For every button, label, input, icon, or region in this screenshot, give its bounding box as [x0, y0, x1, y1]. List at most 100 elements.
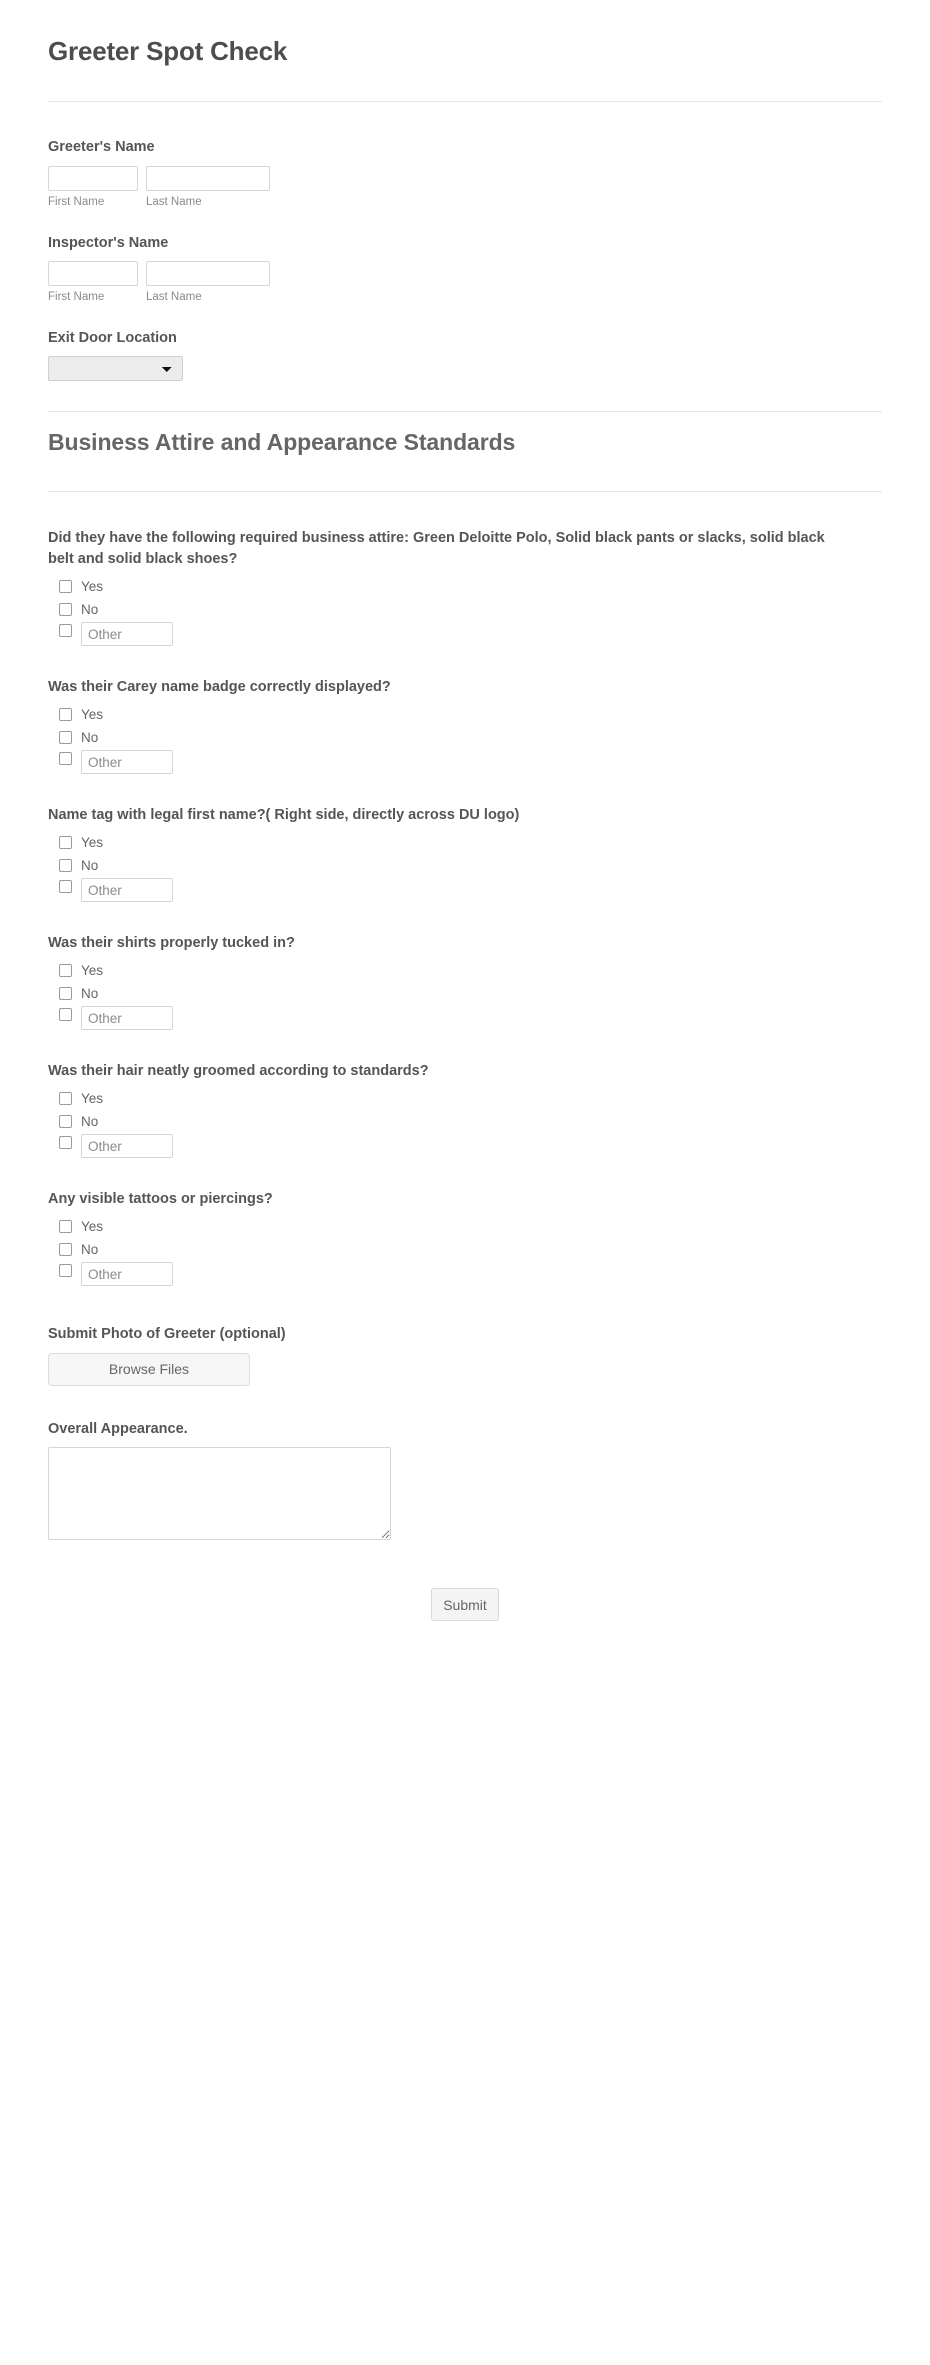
attire-section-header: Business Attire and Appearance Standards: [48, 412, 882, 528]
option-label-no-1: No: [81, 601, 99, 617]
other-input-6[interactable]: [81, 1262, 173, 1287]
question-block-5: Was their hair neatly groomed according …: [48, 1035, 882, 1161]
title-spacer: [48, 67, 882, 101]
exit-door-location-label: Exit Door Location: [48, 329, 177, 346]
checkbox-no-3[interactable]: [59, 859, 72, 873]
option-row-other-6[interactable]: [48, 1262, 882, 1289]
option-row-yes-1[interactable]: Yes: [48, 576, 882, 597]
inspectors-first-name-input[interactable]: [48, 261, 138, 287]
option-row-no-3[interactable]: No: [48, 855, 882, 876]
question-block-1: Did they have the following required bus…: [48, 528, 882, 649]
question-label-2: Was their Carey name badge correctly dis…: [48, 679, 391, 696]
option-label-yes-5: Yes: [81, 1090, 104, 1106]
attire-header-divider: [48, 491, 882, 493]
option-row-yes-5[interactable]: Yes: [48, 1088, 882, 1109]
checkbox-other-5[interactable]: [59, 1136, 72, 1150]
option-label-no-5: No: [81, 1113, 99, 1129]
inspectors-last-name-col: Last Name: [146, 261, 270, 305]
option-row-no-2[interactable]: No: [48, 727, 882, 748]
option-label-yes-3: Yes: [81, 834, 104, 850]
other-input-1[interactable]: [81, 622, 173, 647]
option-row-other-4[interactable]: [48, 1006, 882, 1033]
option-label-yes-2: Yes: [81, 706, 104, 722]
inspectors-first-name-sublabel: First Name: [48, 291, 105, 304]
other-input-2[interactable]: [81, 750, 173, 775]
checkbox-other-3[interactable]: [59, 880, 72, 894]
submit-button[interactable]: Submit: [431, 1588, 499, 1622]
attire-section-heading: Business Attire and Appearance Standards: [48, 429, 516, 456]
option-label-no-6: No: [81, 1241, 99, 1257]
checkbox-other-6[interactable]: [59, 1264, 72, 1278]
select-gap: [48, 381, 882, 411]
checkbox-other-1[interactable]: [59, 624, 72, 638]
option-label-no-3: No: [81, 857, 99, 873]
overall-appearance-label: Overall Appearance.: [48, 1420, 188, 1437]
exit-door-location-select[interactable]: [48, 356, 183, 382]
option-list-1: Yes No: [48, 576, 882, 649]
option-label-no-2: No: [81, 729, 99, 745]
other-input-3[interactable]: [81, 878, 173, 903]
option-row-other-1[interactable]: [48, 622, 882, 649]
option-row-yes-6[interactable]: Yes: [48, 1216, 882, 1237]
inspectors-name-row: First Name Last Name: [48, 261, 882, 305]
checkbox-other-2[interactable]: [59, 752, 72, 766]
checkbox-yes-2[interactable]: [59, 708, 72, 722]
option-row-other-3[interactable]: [48, 878, 882, 905]
greeters-name-row: First Name Last Name: [48, 165, 882, 210]
checkbox-yes-3[interactable]: [59, 836, 72, 850]
greeters-first-name-col: First Name: [48, 165, 138, 210]
checkbox-no-4[interactable]: [59, 987, 72, 1001]
option-row-yes-3[interactable]: Yes: [48, 832, 882, 853]
checkbox-no-1[interactable]: [59, 603, 72, 617]
other-input-4[interactable]: [81, 1006, 173, 1031]
greeters-last-name-input[interactable]: [146, 165, 270, 191]
question-label-1: Did they have the following required bus…: [48, 530, 825, 568]
checkbox-yes-6[interactable]: [59, 1220, 72, 1234]
option-list-5: Yes No: [48, 1088, 882, 1161]
option-row-yes-2[interactable]: Yes: [48, 704, 882, 725]
field-overall-appearance: Overall Appearance.: [48, 1386, 882, 1541]
inspectors-last-name-sublabel: Last Name: [146, 291, 202, 304]
option-row-other-2[interactable]: [48, 750, 882, 777]
greeters-name-label: Greeter's Name: [48, 139, 155, 156]
checkbox-yes-1[interactable]: [59, 580, 72, 594]
submit-area: Submit: [48, 1540, 882, 1681]
checkbox-other-4[interactable]: [59, 1008, 72, 1022]
field-photo-upload: Submit Photo of Greeter (optional) Brows…: [48, 1291, 882, 1386]
checkbox-yes-5[interactable]: [59, 1092, 72, 1106]
form-container: Greeter Spot Check Greeter's Name First …: [0, 0, 930, 1682]
option-row-no-1[interactable]: No: [48, 599, 882, 620]
option-list-2: Yes No: [48, 704, 882, 777]
form-header: Greeter Spot Check: [48, 0, 882, 138]
question-block-3: Name tag with legal first name?( Right s…: [48, 779, 882, 905]
checkbox-no-5[interactable]: [59, 1115, 72, 1129]
question-label-5: Was their hair neatly groomed according …: [48, 1063, 429, 1080]
browse-files-button[interactable]: Browse Files: [48, 1352, 250, 1386]
header-divider: [48, 101, 882, 103]
option-row-no-4[interactable]: No: [48, 983, 882, 1004]
overall-appearance-textarea[interactable]: [48, 1447, 391, 1541]
inspectors-last-name-input[interactable]: [146, 261, 270, 287]
field-greeters-name: Greeter's Name First Name Last Name: [48, 138, 882, 209]
greeters-first-name-input[interactable]: [48, 165, 138, 191]
question-label-4: Was their shirts properly tucked in?: [48, 935, 295, 952]
option-label-yes-4: Yes: [81, 962, 104, 978]
checkbox-no-6[interactable]: [59, 1243, 72, 1257]
option-row-no-6[interactable]: No: [48, 1239, 882, 1260]
option-label-yes-1: Yes: [81, 578, 104, 594]
option-row-other-5[interactable]: [48, 1134, 882, 1161]
other-input-5[interactable]: [81, 1134, 173, 1159]
checkbox-no-2[interactable]: [59, 731, 72, 745]
option-list-4: Yes No: [48, 960, 882, 1033]
inspectors-name-label: Inspector's Name: [48, 234, 169, 251]
photo-upload-label: Submit Photo of Greeter (optional): [48, 1326, 286, 1343]
question-block-6: Any visible tattoos or piercings? Yes No: [48, 1163, 882, 1289]
checkbox-yes-4[interactable]: [59, 964, 72, 978]
form-inner: Greeter Spot Check Greeter's Name First …: [0, 0, 930, 1681]
option-list-3: Yes No: [48, 832, 882, 905]
option-list-6: Yes No: [48, 1216, 882, 1289]
option-row-no-5[interactable]: No: [48, 1111, 882, 1132]
field-inspectors-name: Inspector's Name First Name Last Name: [48, 210, 882, 305]
option-row-yes-4[interactable]: Yes: [48, 960, 882, 981]
option-label-yes-6: Yes: [81, 1218, 104, 1234]
